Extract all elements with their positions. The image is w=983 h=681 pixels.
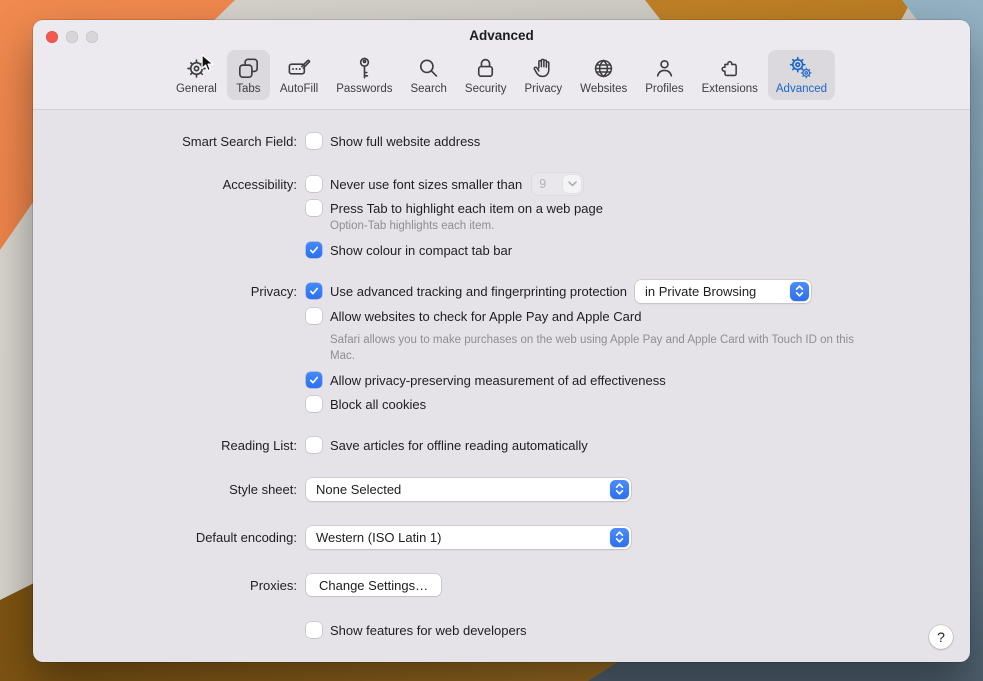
- globe-icon: [590, 55, 617, 82]
- window-chrome: Advanced General Tabs: [33, 20, 970, 110]
- apple-pay-row: Allow websites to check for Apple Pay an…: [33, 304, 970, 328]
- never-font-size-label[interactable]: Never use font sizes smaller than: [330, 177, 522, 192]
- desktop-wallpaper: Advanced General Tabs: [0, 0, 983, 681]
- show-full-address-label[interactable]: Show full website address: [330, 134, 480, 149]
- privacy-label: Privacy:: [33, 284, 297, 299]
- tab-security[interactable]: Security: [457, 50, 515, 100]
- reading-list-label: Reading List:: [33, 438, 297, 453]
- ad-measurement-checkbox[interactable]: [306, 372, 322, 388]
- settings-content: Smart Search Field: Show full website ad…: [33, 110, 970, 642]
- person-icon: [651, 55, 678, 82]
- chevron-up-down-icon: [790, 282, 809, 301]
- chevron-down-icon: [563, 175, 581, 193]
- tab-label: Tabs: [236, 83, 260, 96]
- accessibility-label: Accessibility:: [33, 177, 297, 192]
- tab-label: Security: [465, 83, 507, 96]
- block-cookies-checkbox[interactable]: [306, 396, 322, 412]
- web-developer-label[interactable]: Show features for web developers: [330, 623, 527, 638]
- web-developer-checkbox[interactable]: [306, 622, 322, 638]
- smart-search-label: Smart Search Field:: [33, 134, 297, 149]
- default-encoding-dropdown[interactable]: Western (ISO Latin 1): [306, 526, 631, 549]
- tab-search[interactable]: Search: [402, 50, 454, 100]
- tab-tabs[interactable]: Tabs: [227, 50, 270, 100]
- ad-measurement-label[interactable]: Allow privacy-preserving measurement of …: [330, 373, 666, 388]
- tab-advanced[interactable]: Advanced: [768, 50, 835, 100]
- show-full-address-checkbox[interactable]: [306, 133, 322, 149]
- reading-list-row: Reading List: Save articles for offline …: [33, 433, 970, 457]
- style-sheet-label: Style sheet:: [33, 482, 297, 497]
- tab-label: Search: [410, 83, 446, 96]
- developer-row: Show features for web developers: [33, 618, 970, 642]
- help-label: ?: [937, 629, 945, 645]
- default-encoding-row: Default encoding: Western (ISO Latin 1): [33, 524, 970, 550]
- show-colour-checkbox[interactable]: [306, 242, 322, 258]
- magnifier-icon: [415, 55, 442, 82]
- apple-pay-checkbox[interactable]: [306, 308, 322, 324]
- change-settings-button[interactable]: Change Settings…: [306, 574, 441, 596]
- default-encoding-label: Default encoding:: [33, 530, 297, 545]
- lock-icon: [472, 55, 499, 82]
- style-sheet-dropdown[interactable]: None Selected: [306, 478, 631, 501]
- tab-profiles[interactable]: Profiles: [637, 50, 691, 100]
- tracking-protection-label[interactable]: Use advanced tracking and fingerprinting…: [330, 284, 627, 299]
- tab-autofill[interactable]: AutoFill: [272, 50, 326, 100]
- press-tab-row: Press Tab to highlight each item on a we…: [33, 196, 970, 220]
- settings-toolbar: General Tabs: [33, 50, 970, 100]
- chevron-up-down-icon: [610, 480, 629, 499]
- chevron-up-down-icon: [610, 528, 629, 547]
- tab-label: Websites: [580, 83, 627, 96]
- puzzle-icon: [716, 55, 743, 82]
- offline-reading-checkbox[interactable]: [306, 437, 322, 453]
- safari-settings-window: Advanced General Tabs: [33, 20, 970, 662]
- apple-pay-label[interactable]: Allow websites to check for Apple Pay an…: [330, 309, 641, 324]
- privacy-tracking-row: Privacy: Use advanced tracking and finge…: [33, 278, 970, 304]
- accessibility-row: Accessibility: Never use font sizes smal…: [33, 172, 970, 196]
- smart-search-row: Smart Search Field: Show full website ad…: [33, 129, 970, 153]
- block-cookies-row: Block all cookies: [33, 392, 970, 416]
- hand-icon: [530, 55, 557, 82]
- private-browsing-dropdown[interactable]: in Private Browsing: [635, 280, 811, 303]
- offline-reading-label[interactable]: Save articles for offline reading automa…: [330, 438, 588, 453]
- show-colour-label[interactable]: Show colour in compact tab bar: [330, 243, 512, 258]
- tab-label: AutoFill: [280, 83, 318, 96]
- gear-icon: [183, 55, 210, 82]
- tab-label: Profiles: [645, 83, 683, 96]
- font-size-value: 9: [539, 177, 546, 191]
- default-encoding-value: Western (ISO Latin 1): [316, 530, 441, 545]
- press-tab-note: Option-Tab highlights each item.: [330, 218, 875, 234]
- tab-label: Passwords: [336, 83, 392, 96]
- press-tab-checkbox[interactable]: [306, 200, 322, 216]
- key-icon: [351, 55, 378, 82]
- style-sheet-row: Style sheet: None Selected: [33, 476, 970, 502]
- tab-privacy[interactable]: Privacy: [516, 50, 570, 100]
- tab-label: Advanced: [776, 83, 827, 96]
- proxies-label: Proxies:: [33, 578, 297, 593]
- block-cookies-label[interactable]: Block all cookies: [330, 397, 426, 412]
- gears-icon: [788, 55, 815, 82]
- autofill-icon: [286, 55, 313, 82]
- ad-measurement-row: Allow privacy-preserving measurement of …: [33, 368, 970, 392]
- press-tab-label[interactable]: Press Tab to highlight each item on a we…: [330, 201, 603, 216]
- private-browsing-value: in Private Browsing: [645, 284, 756, 299]
- tracking-protection-checkbox[interactable]: [306, 283, 322, 299]
- tab-general[interactable]: General: [168, 50, 225, 100]
- show-colour-row: Show colour in compact tab bar: [33, 238, 970, 262]
- apple-pay-note: Safari allows you to make purchases on t…: [330, 332, 875, 364]
- tab-label: Privacy: [524, 83, 562, 96]
- style-sheet-value: None Selected: [316, 482, 401, 497]
- proxies-row: Proxies: Change Settings…: [33, 572, 970, 598]
- tab-label: General: [176, 83, 217, 96]
- tab-label: Extensions: [702, 83, 758, 96]
- never-font-size-checkbox[interactable]: [306, 176, 322, 192]
- tab-passwords[interactable]: Passwords: [328, 50, 400, 100]
- tab-websites[interactable]: Websites: [572, 50, 635, 100]
- tab-extensions[interactable]: Extensions: [694, 50, 766, 100]
- help-button[interactable]: ?: [929, 625, 953, 649]
- font-size-dropdown[interactable]: 9: [532, 173, 583, 195]
- tabs-icon: [235, 55, 262, 82]
- window-title: Advanced: [33, 28, 970, 43]
